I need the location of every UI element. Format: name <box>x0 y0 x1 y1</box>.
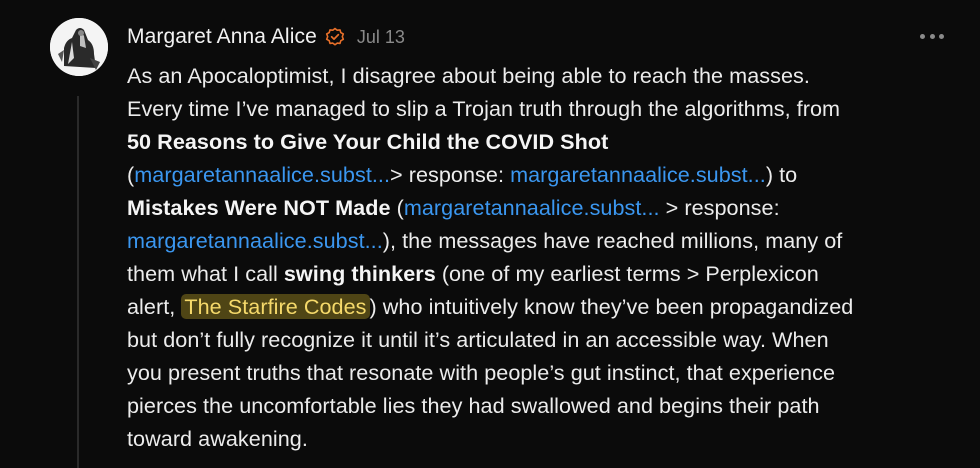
more-dot-icon <box>920 33 925 39</box>
article-title-bold: Mistakes Were NOT Made <box>127 195 391 220</box>
response-link[interactable]: margaretannaalice.subst... <box>510 162 766 187</box>
text-fragment: ) who intuitively know they’ve been prop… <box>369 294 854 319</box>
comment-card: Margaret Anna Alice Jul 13 As an Apocalo… <box>0 0 980 468</box>
text-fragment: > response: <box>659 195 780 220</box>
comment-line: pierces the uncomfortable lies they had … <box>127 393 820 418</box>
comment-line: (margaretannaalice.subst...> response: m… <box>127 158 957 191</box>
text-fragment: ( <box>390 195 404 220</box>
more-dot-icon <box>939 33 944 39</box>
comment-line: margaretannaalice.subst...), the message… <box>127 224 957 257</box>
article-link[interactable]: margaretannaalice.subst... <box>404 195 660 220</box>
more-options-button[interactable] <box>920 26 944 46</box>
response-link[interactable]: margaretannaalice.subst... <box>127 228 383 253</box>
article-link[interactable]: margaretannaalice.subst... <box>134 162 390 187</box>
comment-header: Margaret Anna Alice Jul 13 <box>127 22 405 52</box>
more-dot-icon <box>929 33 935 39</box>
comment-line: Every time I’ve managed to slip a Trojan… <box>127 96 841 121</box>
comment-line: but don’t fully recognize it until it’s … <box>127 327 829 352</box>
text-fragment: > response: <box>390 162 511 187</box>
comment-line: them what I call swing thinkers (one of … <box>127 257 957 290</box>
text-fragment: them what I call <box>127 261 284 286</box>
comment-line: you present truths that resonate with pe… <box>127 360 836 385</box>
text-fragment: (one of my earliest terms > Perplexicon <box>435 261 819 286</box>
text-fragment: ), the messages have reached millions, m… <box>382 228 843 253</box>
avatar-illustration-icon <box>50 18 108 76</box>
text-fragment: ) to <box>765 162 798 187</box>
text-fragment: alert, <box>127 294 182 319</box>
highlighted-link[interactable]: The Starfire Codes <box>181 294 370 319</box>
comment-line: As an Apocaloptimist, I disagree about b… <box>127 63 810 88</box>
author-name[interactable]: Margaret Anna Alice <box>127 25 317 49</box>
comment-date: Jul 13 <box>356 26 405 47</box>
comment-line: Mistakes Were NOT Made (margaretannaalic… <box>127 191 957 224</box>
verified-badge-icon <box>325 27 345 47</box>
comment-line: alert, The Starfire Codes) who intuitive… <box>127 290 957 323</box>
article-title-bold: 50 Reasons to Give Your Child the COVID … <box>127 129 609 154</box>
avatar[interactable] <box>50 18 108 76</box>
thread-line <box>77 96 79 468</box>
comment-line: toward awakening. <box>127 426 308 451</box>
term-bold: swing thinkers <box>283 261 436 286</box>
comment-body: As an Apocaloptimist, I disagree about b… <box>127 59 957 455</box>
